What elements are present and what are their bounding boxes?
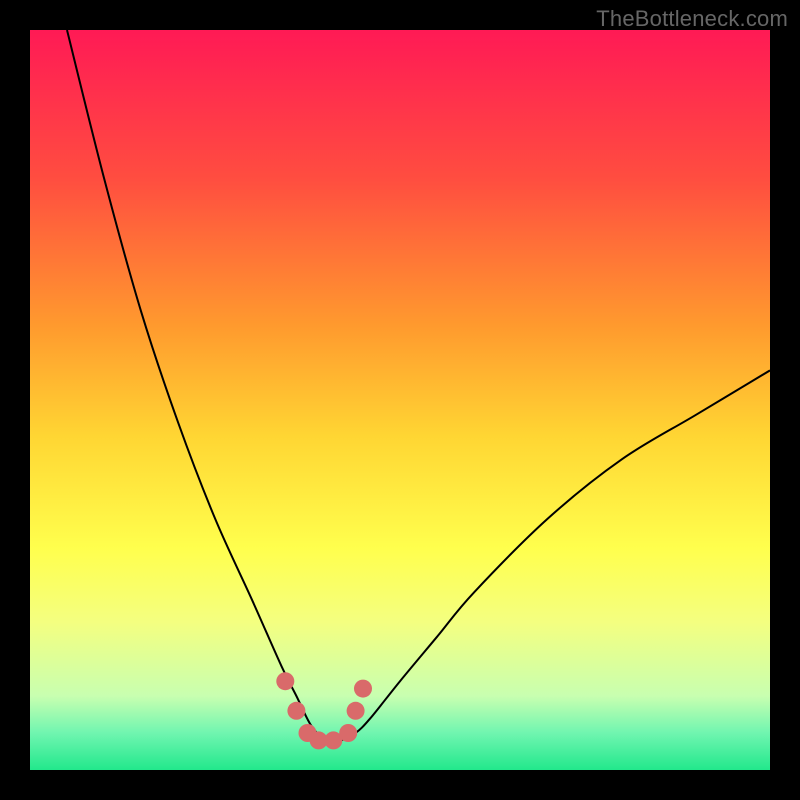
- watermark-text: TheBottleneck.com: [596, 6, 788, 32]
- highlight-marker: [347, 702, 365, 720]
- highlight-marker: [339, 724, 357, 742]
- highlight-marker: [287, 702, 305, 720]
- chart-plot-area: [30, 30, 770, 770]
- highlight-marker: [354, 680, 372, 698]
- bottleneck-curve: [67, 30, 770, 742]
- highlight-markers: [276, 672, 372, 749]
- chart-curve-layer: [30, 30, 770, 770]
- highlight-marker: [276, 672, 294, 690]
